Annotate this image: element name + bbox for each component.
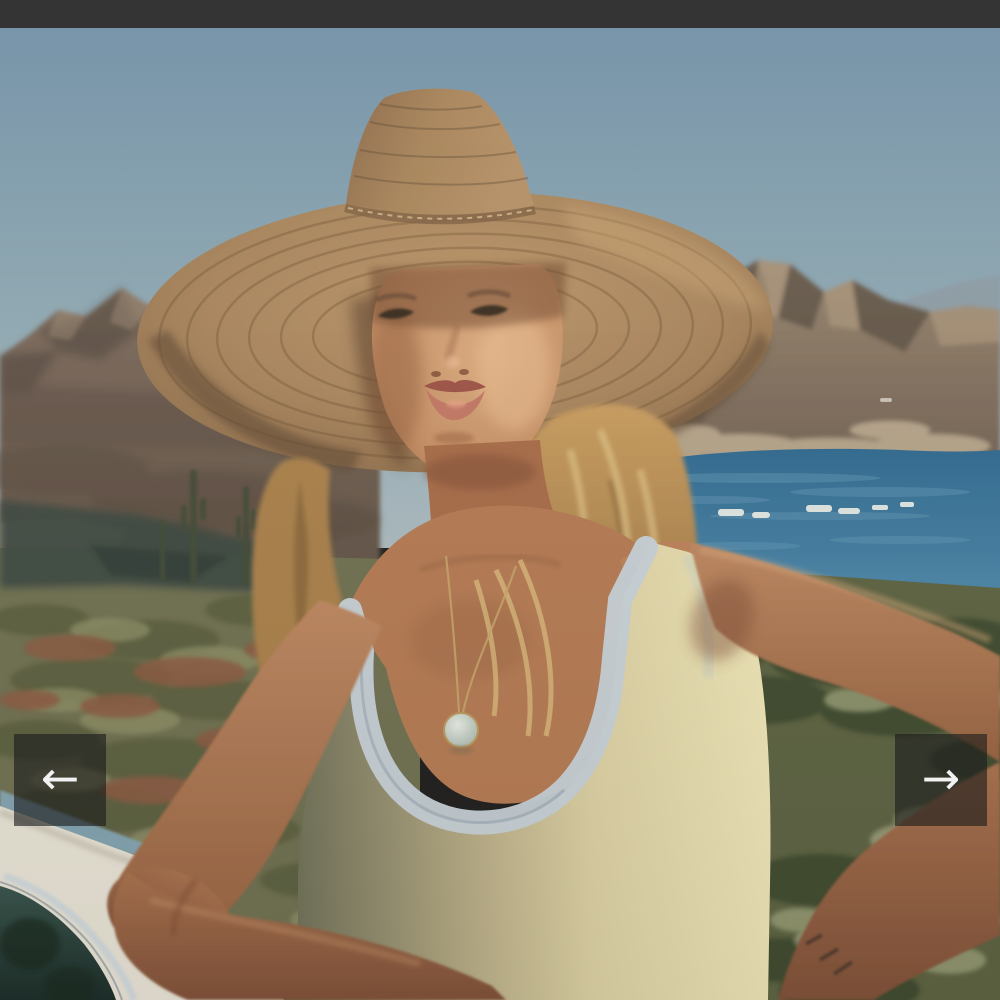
carousel-next-button[interactable]: →: [895, 734, 987, 826]
arrow-left-icon: ←: [40, 751, 80, 805]
film-tint-overlay: [0, 28, 1000, 1000]
browser-top-bar: [0, 0, 1000, 28]
carousel-photo: [0, 28, 1000, 1000]
arrow-right-icon: →: [921, 751, 961, 805]
photo-stage: [0, 28, 1000, 1000]
carousel-previous-button[interactable]: ←: [14, 734, 106, 826]
